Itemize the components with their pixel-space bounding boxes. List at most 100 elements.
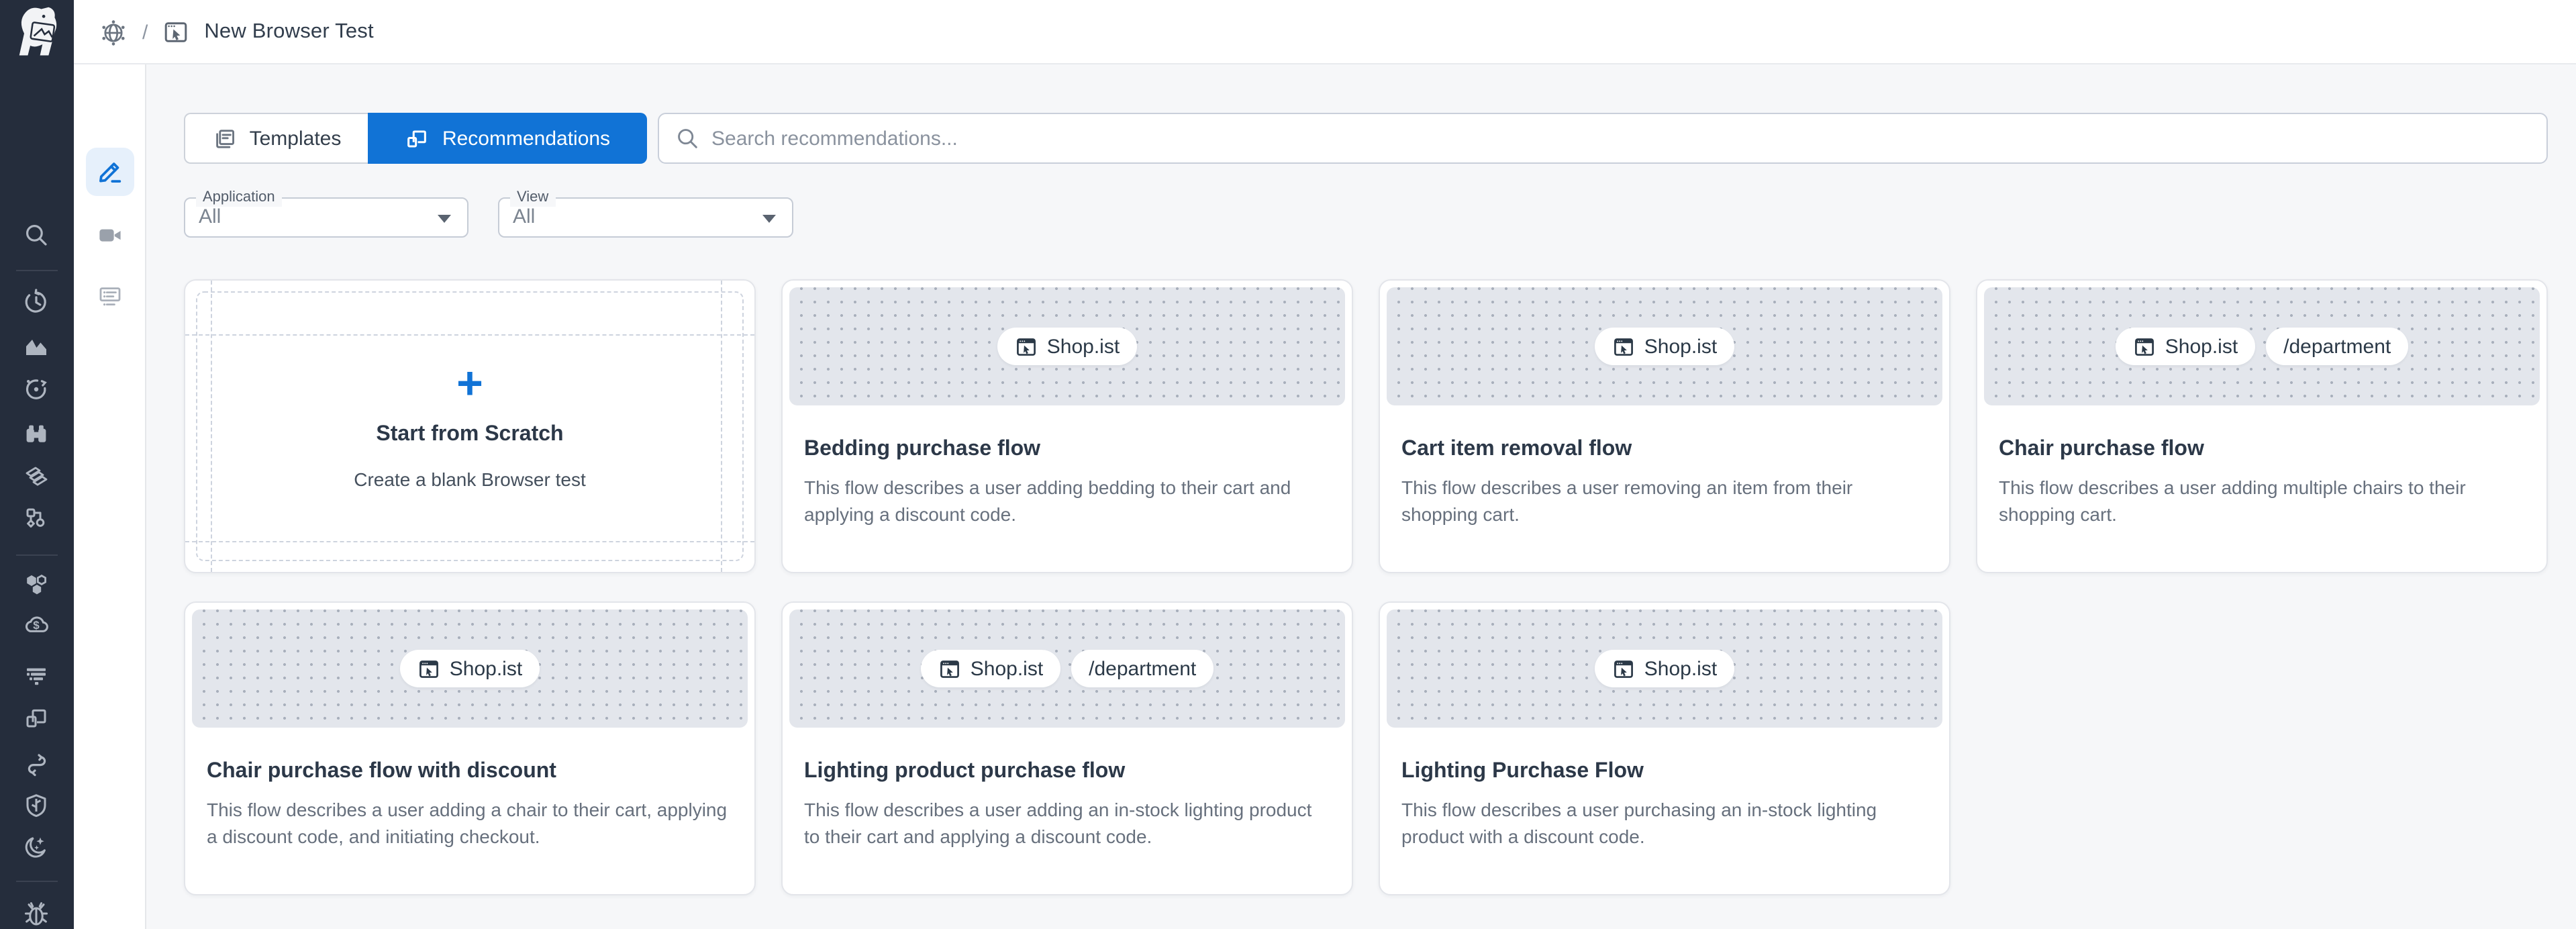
filter-label: Application <box>196 188 282 207</box>
card-media: Shop.ist <box>1387 287 1942 405</box>
card-description: This flow describes a user adding beddin… <box>804 474 1325 528</box>
security-icon[interactable] <box>23 792 50 819</box>
tab-label: Recommendations <box>442 127 610 150</box>
pipelines-icon[interactable] <box>23 752 50 779</box>
service-catalog-icon[interactable] <box>23 463 50 490</box>
app-badge-label: Shop.ist <box>971 657 1043 680</box>
card-title: Chair purchase flow with discount <box>207 760 733 784</box>
card-description: This flow describes a user adding a chai… <box>207 796 728 850</box>
search-icon[interactable] <box>23 222 50 248</box>
recommendation-card[interactable]: Shop.ist Bedding purchase flow This flow… <box>781 279 1353 573</box>
app-badge: Shop.ist <box>997 328 1137 365</box>
bug-icon[interactable] <box>23 899 50 926</box>
app-badge: Shop.ist <box>1595 650 1734 687</box>
dashed-guide <box>185 334 754 336</box>
app-badge-label: Shop.ist <box>2165 335 2238 358</box>
ai-assistant-icon[interactable] <box>23 834 50 861</box>
filter-label: View <box>510 188 555 207</box>
datadog-logo[interactable] <box>0 0 74 64</box>
card-title: Lighting product purchase flow <box>804 760 1330 784</box>
card-description: This flow describes a user adding an in-… <box>804 796 1325 850</box>
card-media: Shop.ist <box>192 609 748 728</box>
plus-icon: + <box>456 362 483 405</box>
recommendation-grid: + Start from Scratch Create a blank Brow… <box>184 279 2548 895</box>
scratch-subtitle: Create a blank Browser test <box>354 469 586 490</box>
dashed-guide <box>211 281 212 572</box>
workflows-icon[interactable] <box>23 505 50 532</box>
main-content: Templates Recommendations <box>146 64 2576 929</box>
app-badge: Shop.ist <box>1595 328 1734 365</box>
recommendation-card[interactable]: Shop.ist Lighting Purchase Flow This flo… <box>1379 601 1950 895</box>
browser-window-icon <box>417 657 440 680</box>
browser-window-icon <box>938 657 961 680</box>
filter-value: All <box>199 205 221 228</box>
sidebar-divider <box>16 270 58 271</box>
start-from-scratch-card[interactable]: + Start from Scratch Create a blank Brow… <box>184 279 756 573</box>
card-media: Shop.ist <box>789 287 1345 405</box>
card-media: Shop.ist <box>1387 609 1942 728</box>
logs-icon[interactable] <box>23 663 50 690</box>
app-badge: Shop.ist <box>921 650 1060 687</box>
browser-window-icon <box>1612 657 1635 680</box>
path-badge: /department <box>2266 328 2408 365</box>
filter-value: All <box>513 205 535 228</box>
path-badge: /department <box>1071 650 1213 687</box>
breadcrumb: / New Browser Test <box>99 0 374 64</box>
recommendation-card[interactable]: Shop.ist Cart item removal flow This flo… <box>1379 279 1950 573</box>
browser-test-icon <box>162 19 189 46</box>
svg-text:$: $ <box>33 619 40 632</box>
card-media: Shop.ist /department <box>1984 287 2540 405</box>
dashed-guide <box>185 541 754 542</box>
chevron-down-icon <box>438 215 451 223</box>
app-badge-label: Shop.ist <box>450 657 522 680</box>
card-media: Shop.ist /department <box>789 609 1345 728</box>
dashed-guide <box>721 281 722 572</box>
recommendation-card[interactable]: Shop.ist /department Chair purchase flow… <box>1976 279 2548 573</box>
browser-window-icon <box>1612 335 1635 358</box>
card-description: This flow describes a user purchasing an… <box>1401 796 1922 850</box>
card-title: Cart item removal flow <box>1401 438 1928 462</box>
search-input[interactable] <box>711 127 2530 150</box>
search-icon <box>675 126 699 150</box>
card-description: This flow describes a user adding multip… <box>1999 474 2520 528</box>
tab-label: Templates <box>250 127 342 150</box>
filters-row: Application All View All <box>184 197 2548 238</box>
top-bar: / New Browser Test <box>0 0 2576 64</box>
monitors-icon[interactable] <box>23 376 50 403</box>
infrastructure-icon[interactable] <box>23 571 50 597</box>
windows-icon <box>405 126 430 151</box>
breadcrumb-separator: / <box>142 21 148 44</box>
recommendation-card[interactable]: Shop.ist /department Lighting product pu… <box>781 601 1353 895</box>
secondary-sidebar <box>74 64 146 929</box>
filter-view[interactable]: View All <box>498 197 793 238</box>
watchdog-icon[interactable] <box>23 420 50 447</box>
card-title: Lighting Purchase Flow <box>1401 760 1928 784</box>
cloud-cost-icon[interactable]: $ <box>23 611 50 638</box>
tab-templates[interactable]: Templates <box>184 113 368 164</box>
chevron-down-icon <box>762 215 776 223</box>
card-description: This flow describes a user removing an i… <box>1401 474 1922 528</box>
sidebar-divider <box>16 554 58 556</box>
metrics-icon[interactable] <box>23 333 50 360</box>
card-title: Bedding purchase flow <box>804 438 1330 462</box>
page-title: New Browser Test <box>204 20 373 44</box>
browser-window-icon <box>2133 335 2156 358</box>
app-badge-label: Shop.ist <box>1644 657 1717 680</box>
edit-steps-nav-active[interactable] <box>86 148 134 196</box>
test-results-icon[interactable] <box>97 283 123 310</box>
sidebar-divider <box>16 881 58 882</box>
path-badge-label: /department <box>2283 335 2391 358</box>
filter-application[interactable]: Application All <box>184 197 468 238</box>
primary-sidebar: $ <box>0 0 74 929</box>
search-bar <box>658 113 2548 164</box>
app-badge: Shop.ist <box>400 650 540 687</box>
app-root: / New Browser Test <box>0 0 2576 929</box>
card-title: Chair purchase flow <box>1999 438 2525 462</box>
recording-camera-icon[interactable] <box>97 222 123 248</box>
synthetics-icon[interactable] <box>23 705 50 732</box>
history-icon[interactable] <box>23 289 50 315</box>
synthetics-globe-icon[interactable] <box>99 18 128 46</box>
templates-icon <box>212 126 238 151</box>
tab-recommendations[interactable]: Recommendations <box>368 113 647 164</box>
recommendation-card[interactable]: Shop.ist Chair purchase flow with discou… <box>184 601 756 895</box>
